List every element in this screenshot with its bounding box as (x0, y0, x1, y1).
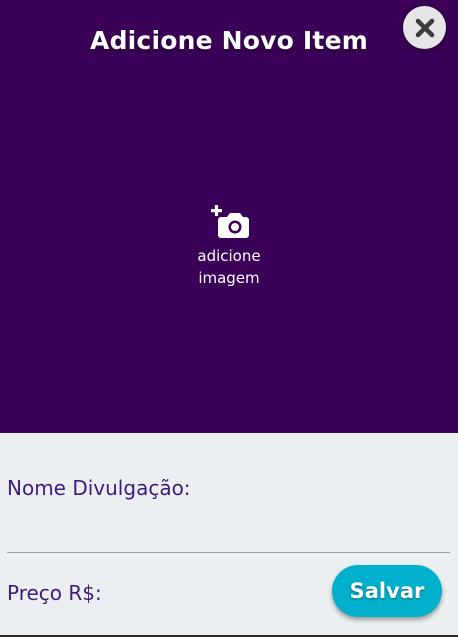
item-form: Nome Divulgação: Preço R$: Salvar (0, 433, 458, 637)
add-item-dialog: Adicione Novo Item adicione imagem Nome … (0, 0, 458, 637)
page-title: Adicione Novo Item (90, 26, 368, 55)
price-label: Preço R$: (7, 581, 102, 605)
close-icon (415, 18, 434, 37)
header: Adicione Novo Item adicione imagem (0, 0, 458, 433)
add-image-button[interactable]: adicione imagem (179, 205, 279, 295)
save-button[interactable]: Salvar (332, 565, 442, 617)
name-input[interactable] (7, 508, 450, 553)
add-image-label-line2: imagem (198, 269, 260, 287)
add-camera-icon (211, 205, 249, 238)
add-image-label-line1: adicione (197, 247, 261, 265)
name-label: Nome Divulgação: (7, 476, 191, 500)
price-input[interactable] (125, 573, 320, 617)
add-image-label: adicione imagem (179, 245, 279, 289)
close-button[interactable] (403, 6, 446, 49)
